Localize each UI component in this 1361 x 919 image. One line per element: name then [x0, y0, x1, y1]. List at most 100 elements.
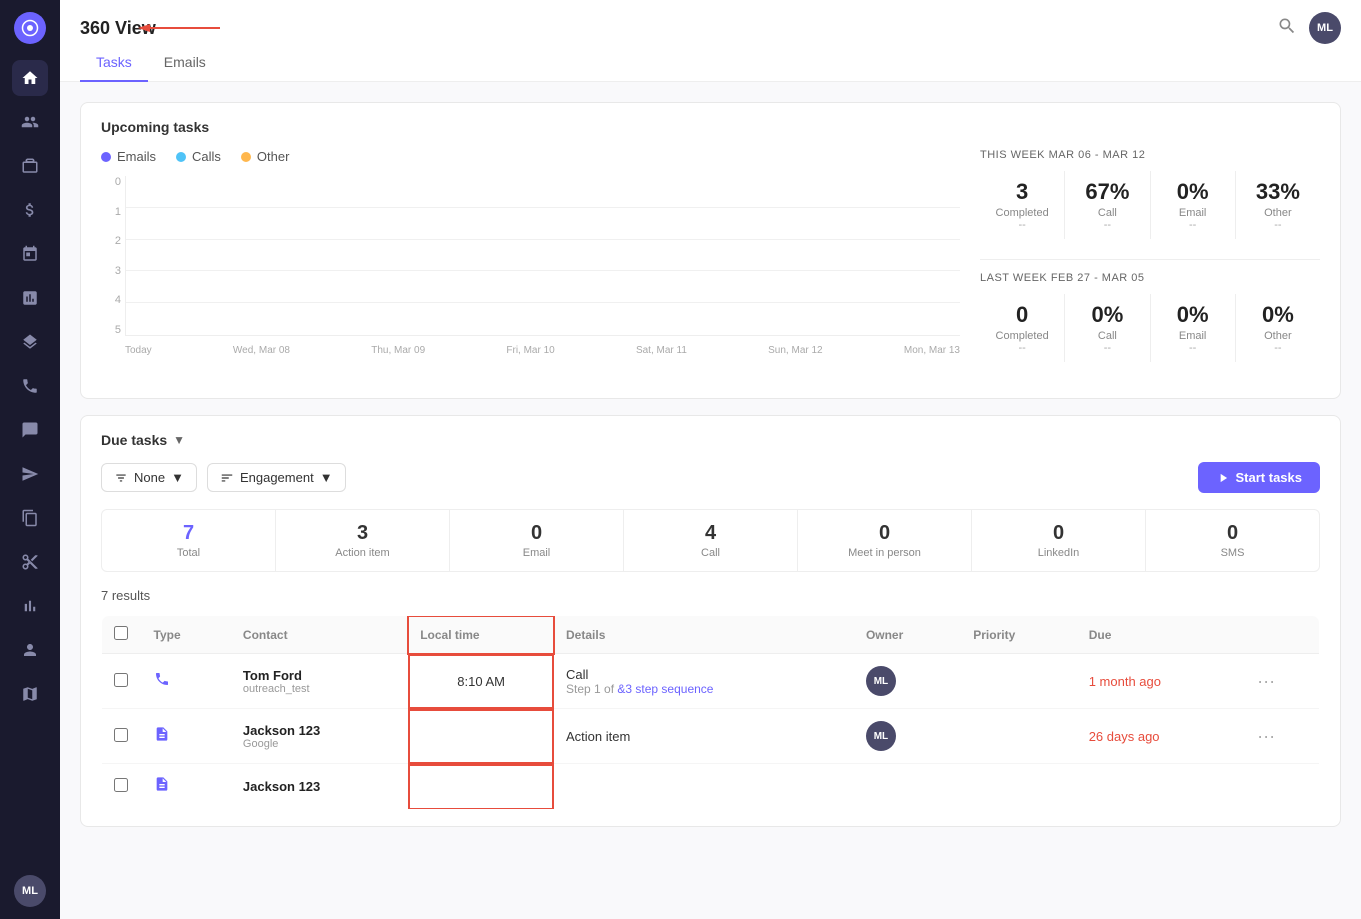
stat-lw-call-label: Call [1069, 330, 1145, 342]
task-count-email[interactable]: 0 Email [450, 510, 624, 571]
select-all-checkbox[interactable] [114, 626, 128, 640]
legend-other-label: Other [257, 149, 290, 164]
task-count-meet-value: 0 [804, 522, 965, 545]
task-count-email-value: 0 [456, 522, 617, 545]
app-logo[interactable] [14, 12, 46, 44]
legend-calls-dot [176, 152, 186, 162]
sidebar-item-bar-chart[interactable] [12, 588, 48, 624]
stat-this-week-completed: 3 Completed -- [980, 171, 1065, 239]
task-count-call[interactable]: 4 Call [624, 510, 798, 571]
sidebar-item-chat[interactable] [12, 412, 48, 448]
col-priority: Priority [961, 616, 1076, 654]
task-count-action[interactable]: 3 Action item [276, 510, 450, 571]
table-row: Tom Ford outreach_test 8:10 AM Call Step… [102, 654, 1320, 709]
x-label-sat: Sat, Mar 11 [636, 345, 687, 356]
user-avatar-sidebar[interactable]: ML [14, 875, 46, 907]
sidebar-item-calendar[interactable] [12, 236, 48, 272]
stat-other-label: Other [1240, 207, 1316, 219]
sidebar-item-contact[interactable] [12, 632, 48, 668]
row3-checkbox[interactable] [114, 778, 128, 792]
chart-y-axis: 5 4 3 2 1 0 [101, 176, 121, 336]
sidebar-item-copy[interactable] [12, 500, 48, 536]
table-row: Jackson 123 [102, 764, 1320, 810]
sidebar-item-phone[interactable] [12, 368, 48, 404]
search-button[interactable] [1277, 16, 1297, 41]
row1-contact-name[interactable]: Tom Ford [243, 668, 396, 683]
y-label-1: 1 [101, 206, 121, 218]
filter-none-button[interactable]: None ▼ [101, 463, 197, 492]
filter-none-icon [114, 471, 128, 485]
row2-contact-sub: Google [243, 738, 396, 750]
upcoming-tasks-card: Upcoming tasks Emails Calls [80, 102, 1341, 399]
stat-completed-value: 3 [984, 179, 1060, 205]
sidebar-item-dollar[interactable] [12, 192, 48, 228]
y-label-4: 4 [101, 294, 121, 306]
sidebar-item-map[interactable] [12, 676, 48, 712]
row1-sequence-link[interactable]: &3 step sequence [617, 682, 713, 696]
stat-lw-email-value: 0% [1155, 302, 1231, 328]
row2-more-cell: ··· [1245, 709, 1319, 764]
row1-checkbox[interactable] [114, 673, 128, 687]
sidebar-item-briefcase[interactable] [12, 148, 48, 184]
row2-details-cell: Action item [554, 709, 854, 764]
task-count-meet[interactable]: 0 Meet in person [798, 510, 972, 571]
row2-doc-icon [154, 729, 170, 746]
col-local-time: Local time [408, 616, 554, 654]
filter-engagement-label: Engagement [240, 470, 314, 485]
stat-lw-other-value: 0% [1240, 302, 1316, 328]
x-label-thu: Thu, Mar 09 [371, 345, 425, 356]
row1-type-cell [142, 654, 231, 709]
sidebar-item-send[interactable] [12, 456, 48, 492]
row3-details-cell [554, 764, 854, 810]
sidebar-item-home[interactable] [12, 60, 48, 96]
row3-contact-cell: Jackson 123 [231, 764, 408, 810]
col-checkbox [102, 616, 142, 654]
row2-due-cell: 26 days ago [1077, 709, 1245, 764]
task-count-call-value: 4 [630, 522, 791, 545]
play-icon [1216, 471, 1230, 485]
col-due: Due [1077, 616, 1245, 654]
stat-email-sub: -- [1155, 219, 1231, 231]
x-label-today: Today [125, 345, 152, 356]
filter-none-arrow: ▼ [171, 470, 184, 485]
stat-email-value: 0% [1155, 179, 1231, 205]
col-owner: Owner [854, 616, 961, 654]
table-row: Jackson 123 Google Action item ML 26 day [102, 709, 1320, 764]
row2-more-button[interactable]: ··· [1257, 726, 1275, 746]
tab-tasks[interactable]: Tasks [80, 44, 148, 82]
sort-icon [220, 471, 234, 485]
filter-engagement-button[interactable]: Engagement ▼ [207, 463, 346, 492]
stat-this-week-call: 67% Call -- [1065, 171, 1150, 239]
row1-more-button[interactable]: ··· [1257, 671, 1275, 691]
sidebar-item-people[interactable] [12, 104, 48, 140]
start-tasks-button[interactable]: Start tasks [1198, 462, 1320, 493]
due-tasks-title: Due tasks [101, 432, 167, 448]
sidebar-item-layers[interactable] [12, 324, 48, 360]
stat-lw-other-sub: -- [1240, 342, 1316, 354]
tab-emails[interactable]: Emails [148, 44, 222, 82]
due-tasks-dropdown-arrow[interactable]: ▼ [173, 433, 185, 447]
task-count-total-label: Total [108, 547, 269, 559]
col-contact: Contact [231, 616, 408, 654]
filters-left: None ▼ Engagement ▼ [101, 463, 346, 492]
row3-contact-name[interactable]: Jackson 123 [243, 779, 396, 794]
content-area: Upcoming tasks Emails Calls [60, 82, 1361, 919]
task-count-linkedin[interactable]: 0 LinkedIn [972, 510, 1146, 571]
row2-due-date: 26 days ago [1089, 729, 1160, 744]
row3-priority-cell [961, 764, 1076, 810]
sidebar-item-analytics[interactable] [12, 280, 48, 316]
task-count-total[interactable]: 7 Total [102, 510, 276, 571]
row1-more-cell: ··· [1245, 654, 1319, 709]
stat-lw-completed-sub: -- [984, 342, 1060, 354]
row2-checkbox[interactable] [114, 728, 128, 742]
row2-contact-name[interactable]: Jackson 123 [243, 723, 396, 738]
row1-contact-cell: Tom Ford outreach_test [231, 654, 408, 709]
legend-emails: Emails [101, 149, 156, 164]
sidebar-item-scissors[interactable] [12, 544, 48, 580]
task-count-sms[interactable]: 0 SMS [1146, 510, 1319, 571]
last-week-title: LAST WEEK FEB 27 - MAR 05 [980, 272, 1320, 284]
stat-call-sub: -- [1069, 219, 1145, 231]
row1-details-cell: Call Step 1 of &3 step sequence [554, 654, 854, 709]
user-badge-header[interactable]: ML [1309, 12, 1341, 44]
row1-owner-cell: ML [854, 654, 961, 709]
